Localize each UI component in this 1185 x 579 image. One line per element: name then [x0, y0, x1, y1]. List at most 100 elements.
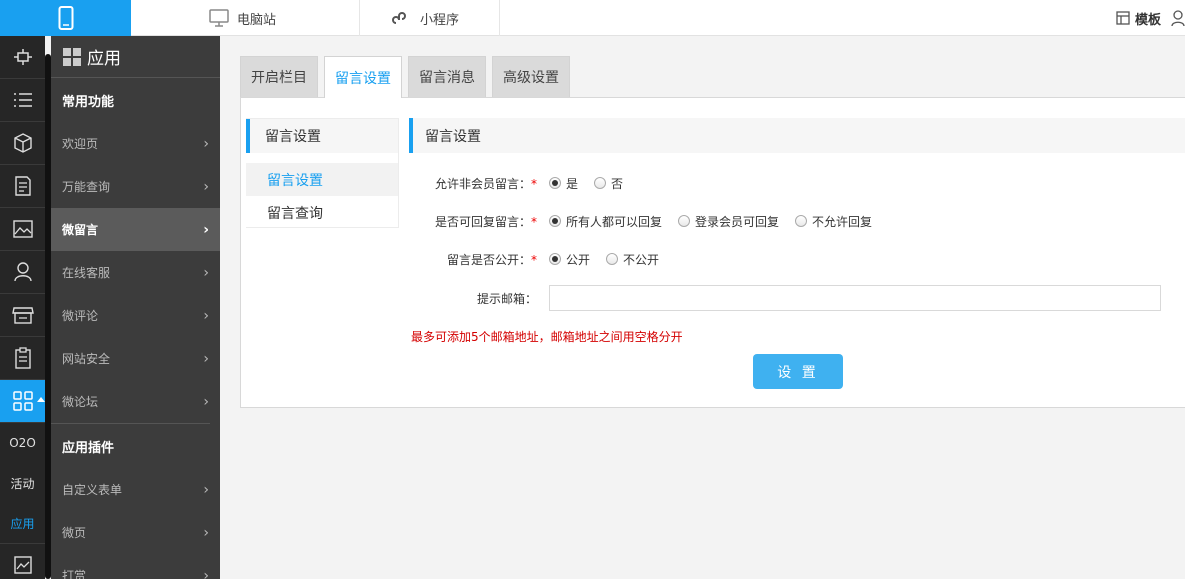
cube-icon [13, 133, 32, 153]
sub-nav-item-query[interactable]: 留言查询 [246, 196, 398, 229]
chevron-right-icon: › [203, 221, 209, 238]
rail-plugin[interactable] [0, 36, 45, 79]
sidebar-item-custom-form[interactable]: 自定义表单 › [51, 468, 220, 511]
sidebar-item-label: 打赏 [62, 569, 87, 579]
row-public: 留言是否公开：* 公开 不公开 [409, 249, 675, 269]
required-mark: * [531, 176, 537, 191]
radio-dot[interactable] [549, 177, 561, 189]
sidebar-item-label: 自定义表单 [62, 483, 123, 497]
sidebar-item-service[interactable]: 在线客服 › [51, 251, 220, 294]
radio-dot[interactable] [549, 215, 561, 227]
submit-button[interactable]: 设 置 [753, 354, 843, 389]
radio-label: 是 [566, 176, 579, 191]
sidebar-header: 应用 [51, 36, 220, 78]
email-field[interactable] [549, 285, 1161, 311]
sidebar-item-query[interactable]: 万能查询 › [51, 165, 220, 208]
chevron-right-icon: › [203, 178, 209, 195]
radio-reply-all[interactable]: 所有人都可以回复 [549, 213, 662, 230]
sidebar-item-label: 万能查询 [62, 180, 111, 194]
radio-label: 不公开 [623, 252, 660, 267]
tab-open-column[interactable]: 开启栏目 [240, 56, 318, 97]
form-title: 留言设置 [409, 118, 1185, 153]
chevron-right-icon: › [203, 264, 209, 281]
tab-pc-site[interactable]: 电脑站 [131, 0, 360, 36]
tab-message-list[interactable]: 留言消息 [408, 56, 486, 97]
settings-panel: 留言设置 留言设置 留言查询 留言设置 允许非会员留言：* 是 否 是否可回复留… [240, 97, 1185, 408]
row-label: 留言是否公开：* [409, 251, 549, 268]
rail-cube[interactable] [0, 122, 45, 165]
mini-program-icon [392, 12, 406, 24]
radio-reply-members[interactable]: 登录会员可回复 [678, 213, 779, 230]
rail-activity[interactable]: 活动 [0, 463, 45, 503]
chevron-right-icon: › [203, 393, 209, 410]
radio-dot[interactable] [795, 215, 808, 227]
sidebar-item-label: 微页 [62, 526, 87, 540]
sidebar-item-security[interactable]: 网站安全 › [51, 337, 220, 380]
row-label: 是否可回复留言：* [409, 213, 549, 230]
sidebar-item-micro-page[interactable]: 微页 › [51, 511, 220, 554]
row-label-text: 允许非会员留言： [434, 176, 531, 191]
radio-dot[interactable] [549, 253, 561, 265]
sidebar-item-welcome[interactable]: 欢迎页 › [51, 122, 220, 165]
row-email: 提示邮箱： [409, 285, 1161, 311]
rail-user[interactable] [0, 251, 45, 294]
sub-nav-title: 留言设置 [246, 119, 398, 153]
sidebar-item-label: 网站安全 [62, 352, 111, 366]
document-icon [14, 176, 31, 196]
plugin-icon [13, 49, 32, 65]
rail-clipboard[interactable] [0, 337, 45, 380]
rail-o2o[interactable]: O2O [0, 423, 45, 463]
main-content: 开启栏目 留言设置 留言消息 高级设置 留言设置 留言设置 留言查询 留言设置 … [240, 56, 1185, 408]
sidebar-section-plugins: 应用插件 [62, 440, 115, 456]
sub-nav: 留言设置 留言设置 留言查询 [246, 118, 399, 228]
top-right-tools: 模板 [1116, 0, 1185, 36]
tab-message-settings[interactable]: 留言设置 [324, 56, 402, 98]
sidebar-item-forum[interactable]: 微论坛 › [51, 380, 220, 423]
rail-application[interactable]: 应用 [0, 503, 45, 543]
sub-nav-item-settings[interactable]: 留言设置 [246, 163, 398, 196]
tab-advanced[interactable]: 高级设置 [492, 56, 570, 97]
rail-gallery[interactable] [0, 543, 45, 579]
tab-mobile[interactable] [0, 0, 131, 36]
rail-apps[interactable] [0, 380, 45, 423]
tab-mini-program[interactable]: 小程序 [360, 0, 500, 36]
radio-dot[interactable] [678, 215, 691, 227]
row-label-text: 是否可回复留言： [434, 214, 531, 229]
radio-dot[interactable] [606, 253, 619, 265]
user-icon[interactable] [1171, 10, 1185, 26]
radio-reply-none[interactable]: 不允许回复 [795, 213, 872, 230]
sidebar-item-label: 在线客服 [62, 266, 111, 280]
user-icon [13, 262, 32, 282]
email-hint: 最多可添加5个邮箱地址，邮箱地址之间用空格分开 [411, 330, 683, 344]
radio-public-yes[interactable]: 公开 [549, 251, 590, 268]
radio-label: 公开 [566, 252, 591, 267]
sidebar-item-reward[interactable]: 打赏 › [51, 554, 220, 579]
sidebar-title: 应用 [87, 49, 121, 69]
radio-public-no[interactable]: 不公开 [606, 251, 659, 268]
apps-grid-icon [63, 47, 81, 66]
template-button[interactable]: 模板 [1116, 9, 1161, 28]
radio-label: 所有人都可以回复 [566, 214, 663, 229]
monitor-icon [209, 9, 229, 27]
apps-grid-icon [12, 391, 33, 411]
radio-allow-yes[interactable]: 是 [549, 175, 578, 192]
radio-label: 登录会员可回复 [695, 214, 780, 229]
row-label: 提示邮箱： [476, 291, 537, 306]
rail-image[interactable] [0, 208, 45, 251]
chevron-right-icon: › [203, 135, 209, 152]
row-reply: 是否可回复留言：* 所有人都可以回复 登录会员可回复 不允许回复 [409, 211, 888, 231]
phone-icon [58, 6, 73, 30]
caret-up-icon [37, 397, 45, 402]
row-label: 允许非会员留言：* [409, 175, 549, 192]
list-icon [13, 93, 32, 107]
sidebar-item-label: 微留言 [62, 223, 99, 237]
radio-dot[interactable] [594, 177, 607, 189]
radio-label: 否 [611, 176, 624, 191]
gallery-icon [13, 555, 32, 574]
rail-document[interactable] [0, 165, 45, 208]
radio-allow-no[interactable]: 否 [594, 175, 623, 192]
sidebar-item-message[interactable]: 微留言 › [51, 208, 220, 251]
sidebar-item-comment[interactable]: 微评论 › [51, 294, 220, 337]
rail-store[interactable] [0, 294, 45, 337]
rail-list[interactable] [0, 79, 45, 122]
